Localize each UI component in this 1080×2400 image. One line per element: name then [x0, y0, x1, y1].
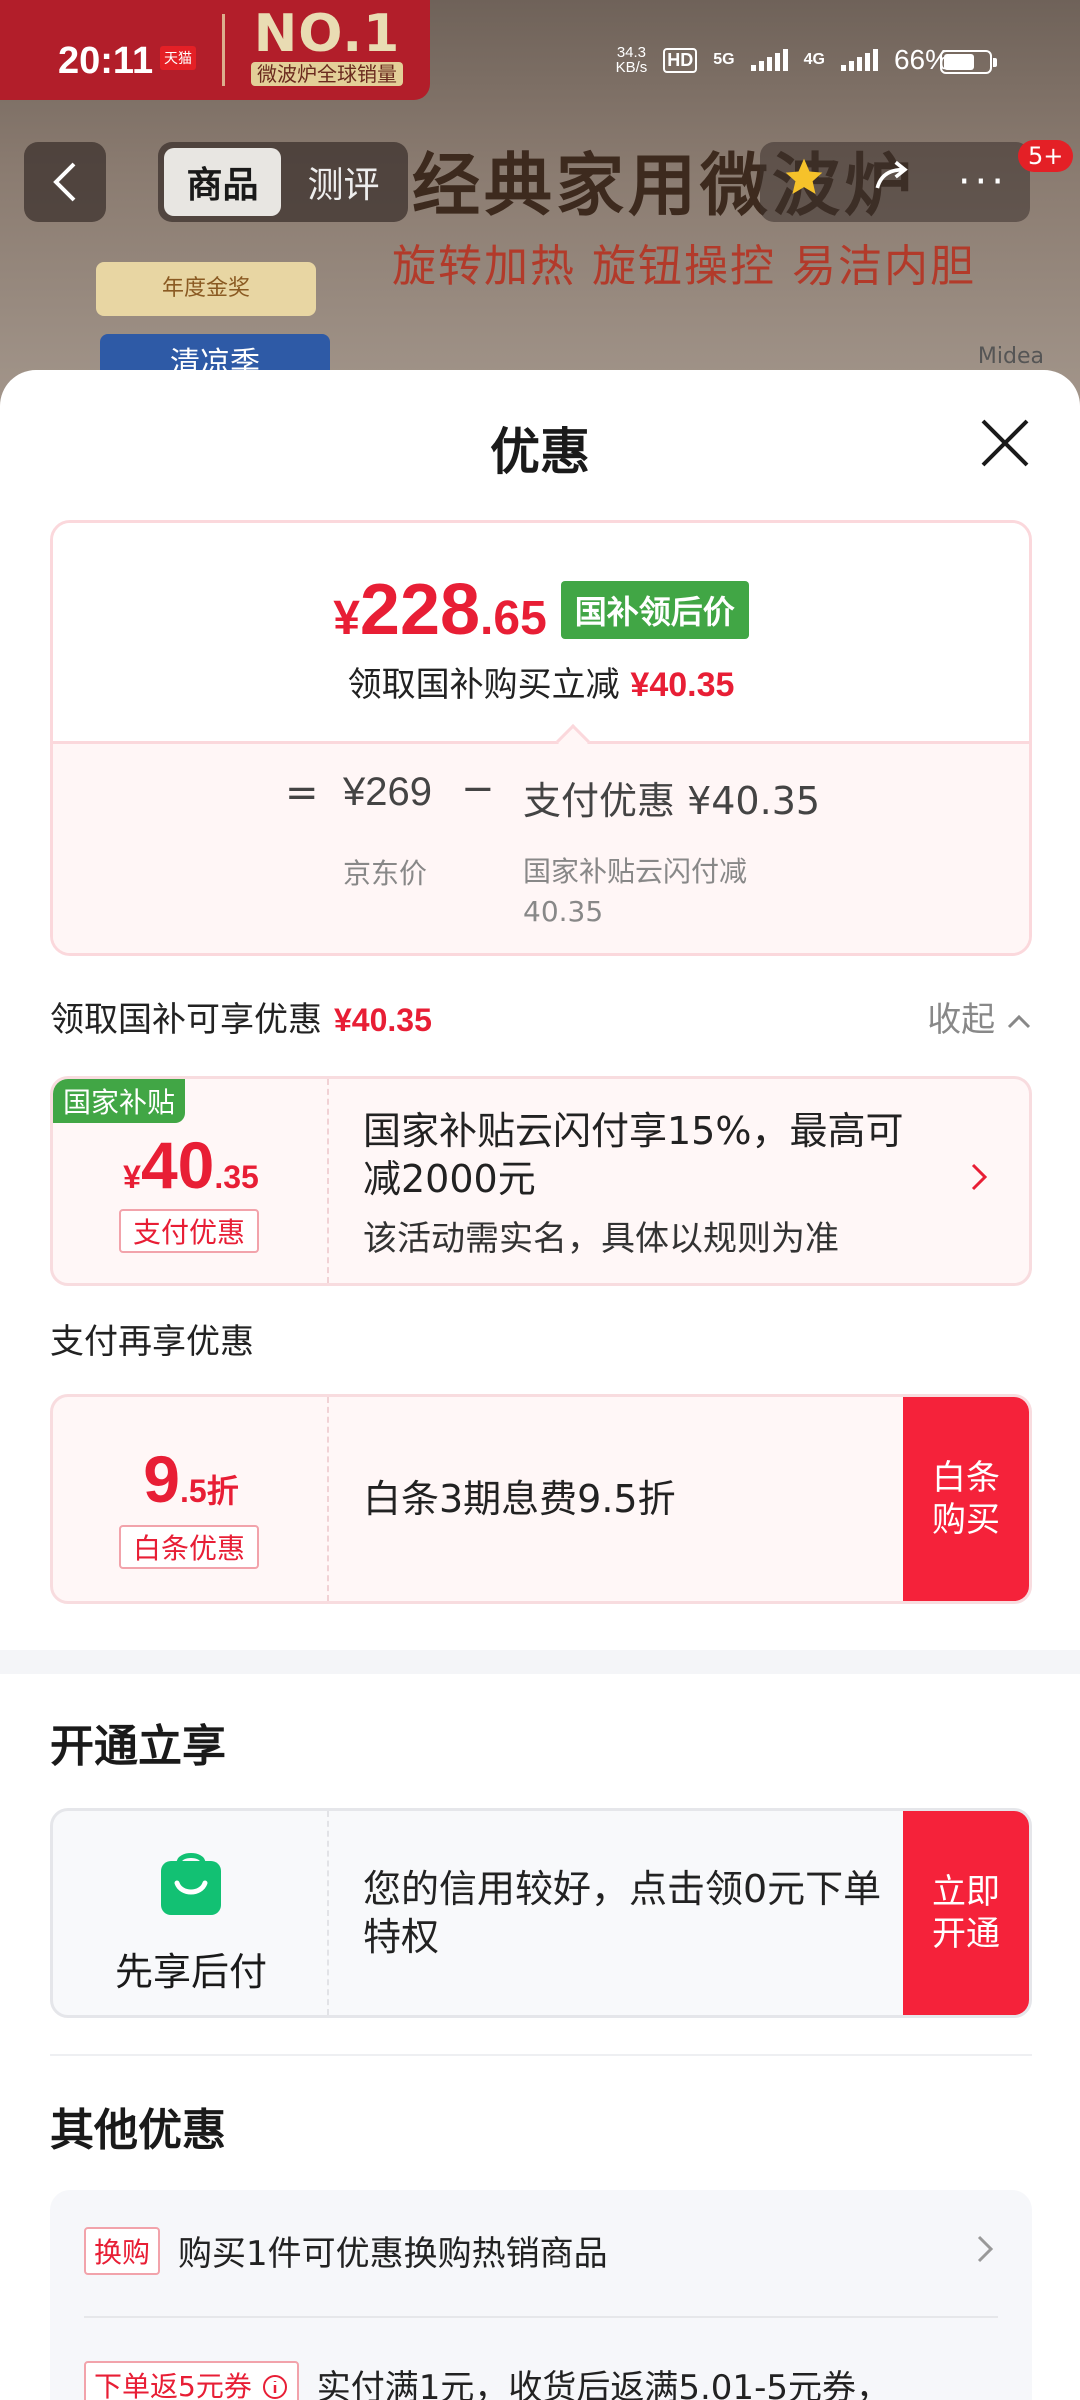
tmall-status-tag: 天猫 — [160, 46, 196, 70]
pay-later-area: 先享后付 — [53, 1811, 329, 2015]
coupon-return-tag: 下单返5元券 — [84, 2360, 299, 2400]
activate-now-button[interactable]: 立即开通 — [903, 1811, 1029, 2015]
top-actions: ··· — [760, 142, 1030, 222]
baitiao-description: 白条3期息费9.5折 — [363, 1477, 676, 1521]
subsidy-section-amount: ¥40.35 — [334, 1002, 432, 1038]
jd-price: ¥269 — [343, 770, 432, 814]
pay-later-label: 先享后付 — [114, 1950, 267, 1994]
sheet-title: 优惠 — [490, 423, 590, 481]
award-badge: 年度金奖 — [96, 262, 316, 316]
coupon-return-tag-label: 下单返5元券 — [94, 2369, 252, 2400]
network-speed-unit: KB/s — [615, 59, 648, 76]
chevron-up-icon — [1007, 1014, 1031, 1029]
divider — [84, 2316, 998, 2318]
baitiao-tag: 白条优惠 — [119, 1525, 259, 1569]
coupon-description: 国家补贴云闪付享15%，最高可减2000元 — [363, 1109, 904, 1201]
list-item[interactable]: 下单返5元券 实付满1元，收货后返满5.01-5元券， — [84, 2360, 998, 2400]
price-summary-card: ¥228.65 国补领后价 领取国补购买立减 ¥40.35 = ¥269 − 支… — [50, 520, 1032, 956]
baitiao-buy-button[interactable]: 白条购买 — [903, 1397, 1029, 1601]
signal-bars-icon — [750, 49, 788, 71]
product-page-background: NO.1 微波炉全球销量 经典家用微波炉 旋转加热 旋钮操控 易洁内胆 年度金奖… — [0, 0, 1080, 420]
collapse-label: 收起 — [927, 1000, 996, 1040]
activate-section-title: 开通立享 — [50, 1721, 226, 1772]
coupon-amount: ¥40.35 — [53, 1127, 329, 1203]
status-time: 20:11 — [58, 40, 154, 82]
sim1-network: 5G — [713, 51, 735, 68]
final-price: ¥228.65 — [333, 569, 547, 651]
chevron-right-icon — [976, 2228, 994, 2274]
coupon-amount-area: 9.5折 白条优惠 — [53, 1397, 329, 1601]
subsidy-section-title: 领取国补可享优惠 — [50, 1000, 322, 1040]
sim2-network: 4G — [803, 51, 825, 68]
price-integer: 228 — [359, 570, 481, 650]
pay-later-description: 您的信用较好，点击领0元下单特权 — [363, 1867, 882, 1959]
coupon-rule-note: 该活动需实名，具体以规则为准 — [363, 1219, 839, 1259]
close-icon — [981, 419, 1029, 467]
section-separator — [0, 1650, 1080, 1674]
back-button[interactable] — [24, 142, 106, 222]
minus-sign: − — [461, 766, 495, 812]
network-speed: 34.3 KB/s — [616, 45, 648, 75]
equals-sign: = — [285, 770, 319, 816]
buy-now-pay-later-card: 先享后付 您的信用较好，点击领0元下单特权 立即开通 — [50, 1808, 1032, 2018]
national-subsidy-corner-tag: 国家补贴 — [53, 1079, 186, 1123]
price-note-amount: ¥40.35 — [630, 666, 735, 704]
subsidy-coupon[interactable]: 国家补贴 ¥40.35 支付优惠 国家补贴云闪付享15%，最高可减2000元 该… — [50, 1076, 1032, 1286]
brand-logo-text: Midea — [977, 344, 1044, 369]
price-breakdown: = ¥269 − 支付优惠 ¥40.35 京东价 国家补贴云闪付减40.35 — [53, 741, 1029, 953]
pay-extra-section-title: 支付再享优惠 — [50, 1322, 254, 1362]
baitiao-coupon: 9.5折 白条优惠 白条3期息费9.5折 白条购买 — [50, 1394, 1032, 1604]
coupon-amount-integer: 40 — [140, 1128, 215, 1202]
collapse-button[interactable]: 收起 — [927, 992, 1032, 1041]
subsidy-price-badge: 国补领后价 — [560, 581, 749, 639]
chevron-left-icon — [53, 162, 76, 202]
baitiao-discount-decimal: .5折 — [180, 1473, 239, 1509]
price-currency: ¥ — [333, 592, 360, 645]
jd-price-label: 京东价 — [343, 857, 428, 890]
coupon-amount-area: 国家补贴 ¥40.35 支付优惠 — [53, 1079, 329, 1283]
favorite-star-icon[interactable] — [782, 155, 826, 209]
signal-bars-icon — [840, 49, 878, 71]
more-icon[interactable]: ··· — [958, 159, 1008, 205]
tab-review[interactable]: 测评 — [285, 148, 402, 216]
list-item[interactable]: 换购 购买1件可优惠换购热销商品 — [84, 2226, 998, 2275]
coupon-return-text: 实付满1元，收货后返满5.01-5元券， — [316, 2368, 890, 2400]
coupon-amount-currency: ¥ — [123, 1159, 141, 1195]
pay-discount-tag: 支付优惠 — [119, 1209, 259, 1253]
tab-product[interactable]: 商品 — [164, 148, 281, 216]
info-icon — [262, 2374, 287, 2399]
product-subline: 旋转加热 旋钮操控 易洁内胆 — [392, 241, 976, 292]
close-button[interactable] — [970, 408, 1040, 478]
shopping-bag-icon — [155, 1845, 227, 1921]
price-decimal: .65 — [480, 592, 547, 645]
network-speed-value: 34.3 — [616, 44, 647, 61]
divider — [50, 2054, 1032, 2056]
trade-in-tag: 换购 — [84, 2226, 161, 2275]
share-icon[interactable] — [870, 155, 914, 209]
status-bar: 20:11 天猫 34.3 KB/s HD 5G 4G 66% — [0, 0, 1080, 120]
discount-sheet: 优惠 ¥228.65 国补领后价 领取国补购买立减 ¥40.35 = ¥269 … — [0, 370, 1080, 2400]
price-note: 领取国补购买立减 ¥40.35 — [53, 657, 1029, 706]
price-note-text: 领取国补购买立减 — [347, 665, 620, 705]
chevron-right-icon — [969, 1157, 989, 1203]
baitiao-discount-integer: 9 — [143, 1442, 180, 1516]
status-icons: 34.3 KB/s HD 5G 4G 66% — [616, 44, 950, 76]
other-discounts-title: 其他优惠 — [50, 2105, 226, 2156]
coupon-amount-decimal: .35 — [214, 1159, 259, 1195]
pay-discount: 支付优惠 ¥40.35 — [523, 779, 821, 823]
message-count-badge: 5+ — [1018, 140, 1074, 172]
product-tabs: 商品 测评 — [158, 142, 408, 222]
battery-icon — [940, 50, 997, 74]
pay-discount-label: 国家补贴云闪付减40.35 — [523, 855, 748, 928]
trade-in-text: 购买1件可优惠换购热销商品 — [178, 2234, 608, 2274]
hd-icon: HD — [663, 47, 698, 73]
baitiao-discount: 9.5折 — [53, 1441, 329, 1517]
subsidy-section-header: 领取国补可享优惠 ¥40.35 收起 — [50, 992, 1032, 1042]
other-discounts-card: 换购 购买1件可优惠换购热销商品 下单返5元券 实付满1元，收货后返满5.01-… — [50, 2190, 1032, 2400]
